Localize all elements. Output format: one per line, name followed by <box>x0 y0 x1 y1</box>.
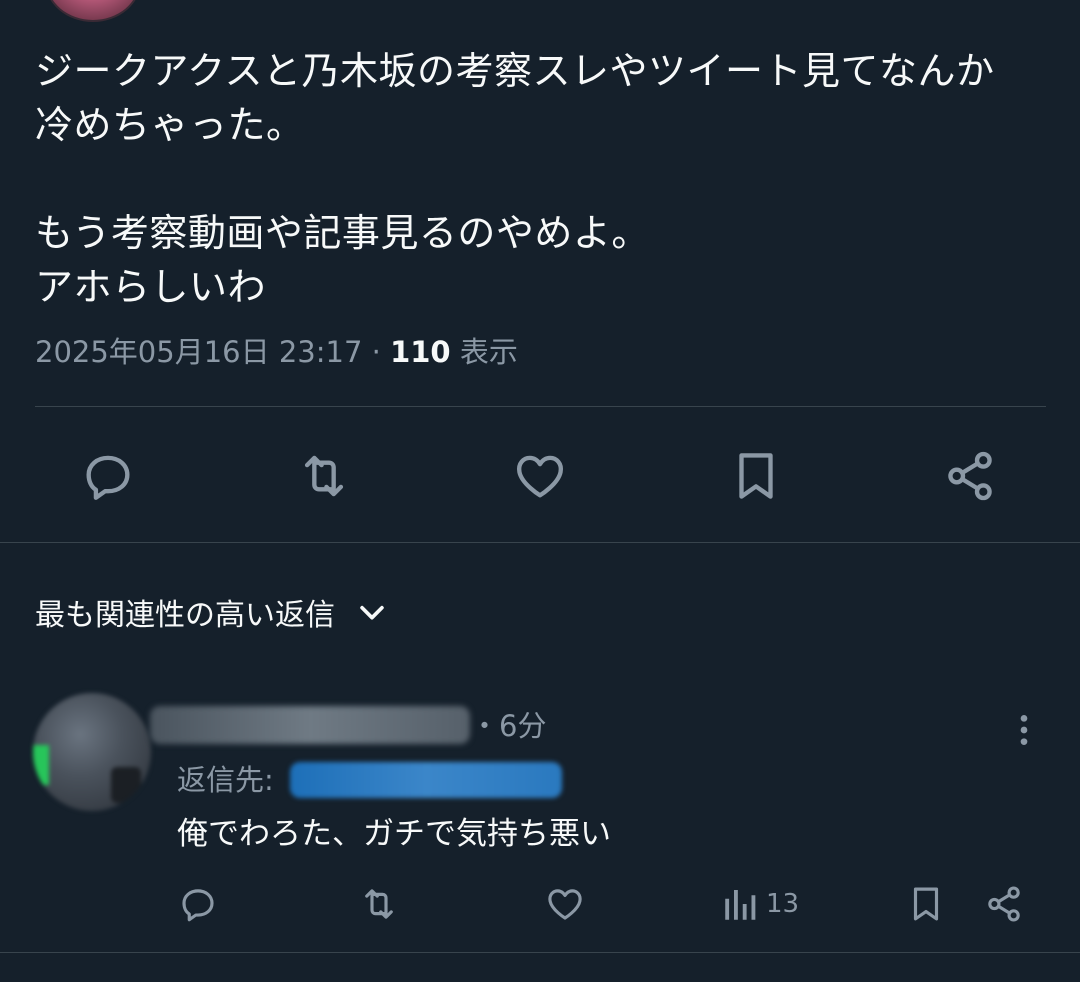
bookmark-button[interactable] <box>720 440 792 512</box>
replies-sort-label: 最も関連性の高い返信 <box>35 598 335 633</box>
tweet-text-line: もう考察動画や記事見るのやめよ。 <box>35 211 650 255</box>
views-count[interactable]: 110 <box>390 335 451 369</box>
bookmark-icon <box>739 453 773 499</box>
reply-retweet-button[interactable] <box>358 876 400 932</box>
author-avatar[interactable] <box>45 0 141 22</box>
heart-icon <box>516 455 564 498</box>
share-button[interactable] <box>934 440 1006 512</box>
more-vertical-icon <box>1020 715 1028 745</box>
tweet-text: ジークアクスと乃木坂の考察スレやツイート見てなんか 冷めちゃった。 もう考察動画… <box>35 44 1045 314</box>
reply-like-button[interactable] <box>544 876 586 932</box>
section-divider <box>0 542 1080 543</box>
reply-divider <box>0 952 1080 953</box>
share-icon <box>988 886 1020 922</box>
chevron-down-icon <box>360 605 384 620</box>
tweet-text-line: 冷めちゃった。 <box>35 103 305 147</box>
reply-icon <box>182 889 214 922</box>
reply-to-label: 返信先: <box>177 763 274 797</box>
reply-text: 俺でわろた、ガチで気持ち悪い <box>177 816 611 852</box>
tweet-action-bar <box>0 440 1080 512</box>
reply-time: ・6分 <box>470 709 547 743</box>
avatar-detail <box>33 745 49 785</box>
divider <box>35 406 1046 407</box>
reply-views-count: 13 <box>766 889 800 919</box>
tweet-text-line: ジークアクスと乃木坂の考察スレやツイート見てなんか <box>35 49 995 93</box>
reply-button[interactable] <box>72 440 144 512</box>
reply-icon <box>86 455 130 500</box>
redacted-username[interactable] <box>150 706 470 744</box>
retweet-button[interactable] <box>288 440 360 512</box>
tweet-timestamp[interactable]: 2025年05月16日 23:17 <box>35 335 362 369</box>
bookmark-icon <box>913 887 939 921</box>
reply-share-button[interactable] <box>983 876 1025 932</box>
reply-bookmark-button[interactable] <box>905 876 947 932</box>
analytics-icon <box>725 890 756 920</box>
reply-views-button[interactable]: 13 <box>720 876 799 932</box>
reply-avatar[interactable] <box>33 693 151 811</box>
redacted-reply-handle[interactable] <box>290 762 562 798</box>
retweet-icon <box>365 889 393 919</box>
heart-icon <box>548 889 582 920</box>
meta-separator: · <box>362 335 391 369</box>
reply-action-bar: 13 <box>0 876 1080 932</box>
retweet-icon <box>304 455 344 497</box>
replies-sort-selector[interactable]: 最も関連性の高い返信 <box>35 588 389 636</box>
like-button[interactable] <box>504 440 576 512</box>
tweet-text-line: アホらしいわ <box>35 265 267 309</box>
views-label: 表示 <box>459 335 518 369</box>
avatar-detail <box>111 767 141 803</box>
tweet-meta: 2025年05月16日 23:17 · 110 表示 <box>35 330 518 374</box>
reply-reply-button[interactable] <box>177 876 219 932</box>
more-options-button[interactable] <box>1000 706 1048 754</box>
share-icon <box>948 451 992 501</box>
tweet-text-line <box>35 152 1045 206</box>
